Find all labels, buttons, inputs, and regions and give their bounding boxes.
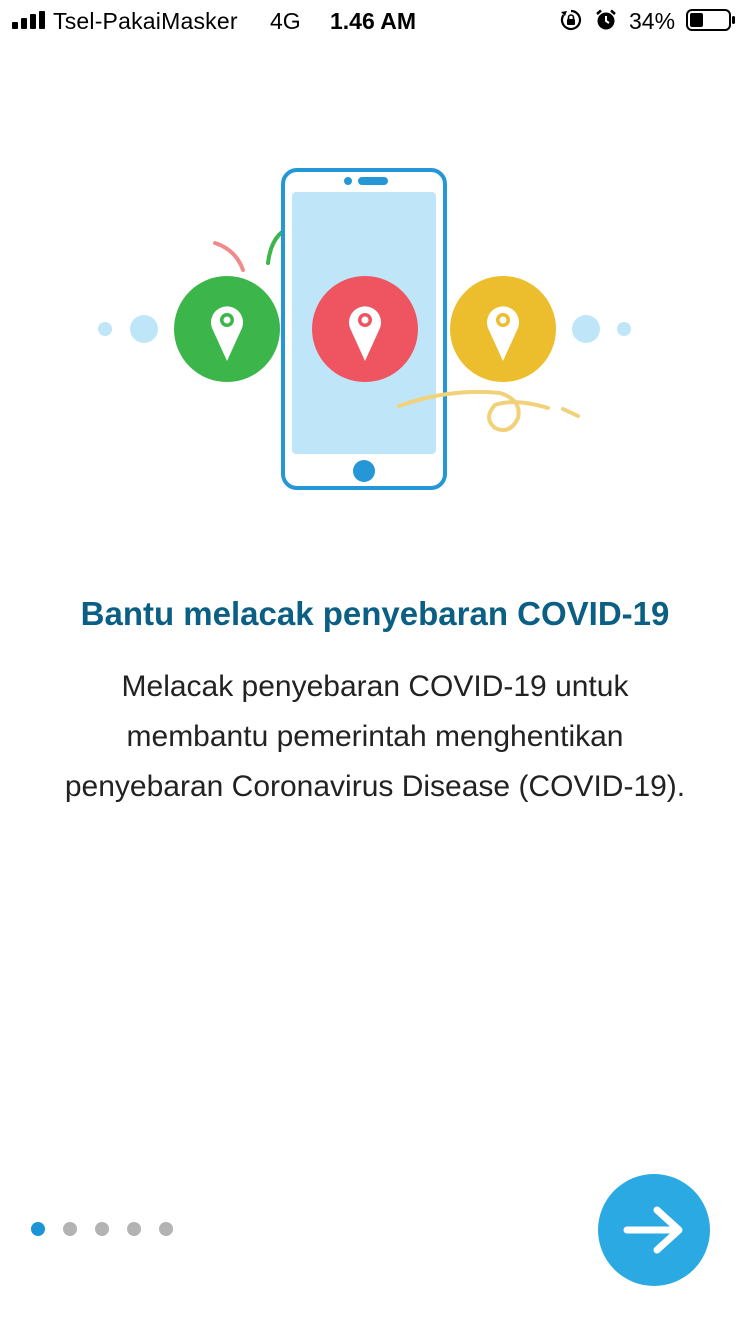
carrier-name: Tsel-PakaiMasker [53,8,238,34]
page-indicator [31,1222,173,1238]
battery-percent: 34% [629,8,676,34]
decor-stroke [213,241,245,272]
page-dot[interactable] [127,1222,141,1236]
next-button[interactable] [598,1174,710,1286]
battery-icon [686,9,735,31]
page-dot[interactable] [159,1222,173,1236]
arrow-right-icon [623,1206,683,1254]
description-line: penyebaran Coronavirus Disease (COVID-19… [64,770,686,803]
rotation-lock-icon [560,9,582,31]
page-dot[interactable] [95,1222,109,1236]
signal-bars-icon [12,11,45,29]
page-dot[interactable] [63,1222,77,1236]
page-dot[interactable] [31,1222,45,1236]
yellow-location-pin-icon [450,276,556,382]
decor-stroke [561,407,580,418]
status-time: 1.46 AM [330,8,417,34]
red-location-pin-icon [312,276,418,382]
decor-dot [572,315,600,343]
decor-dot [130,315,158,343]
alarm-icon [596,9,616,30]
description-line: Melacak penyebaran COVID-19 untuk [121,670,629,703]
decor-dot [617,322,631,336]
onboarding-description: Melacak penyebaran COVID-19 untuk memban… [30,662,720,812]
network-type: 4G [270,8,301,34]
description-line: membantu pemerintah menghentikan [126,720,624,753]
decor-dot [98,322,112,336]
green-location-pin-icon [174,276,280,382]
onboarding-title: Bantu melacak penyebaran COVID-19 [80,595,670,632]
phone-with-location-pins-illustration [98,168,631,490]
status-bar: Tsel-PakaiMasker 4G 1.46 AM 34% [0,0,750,40]
